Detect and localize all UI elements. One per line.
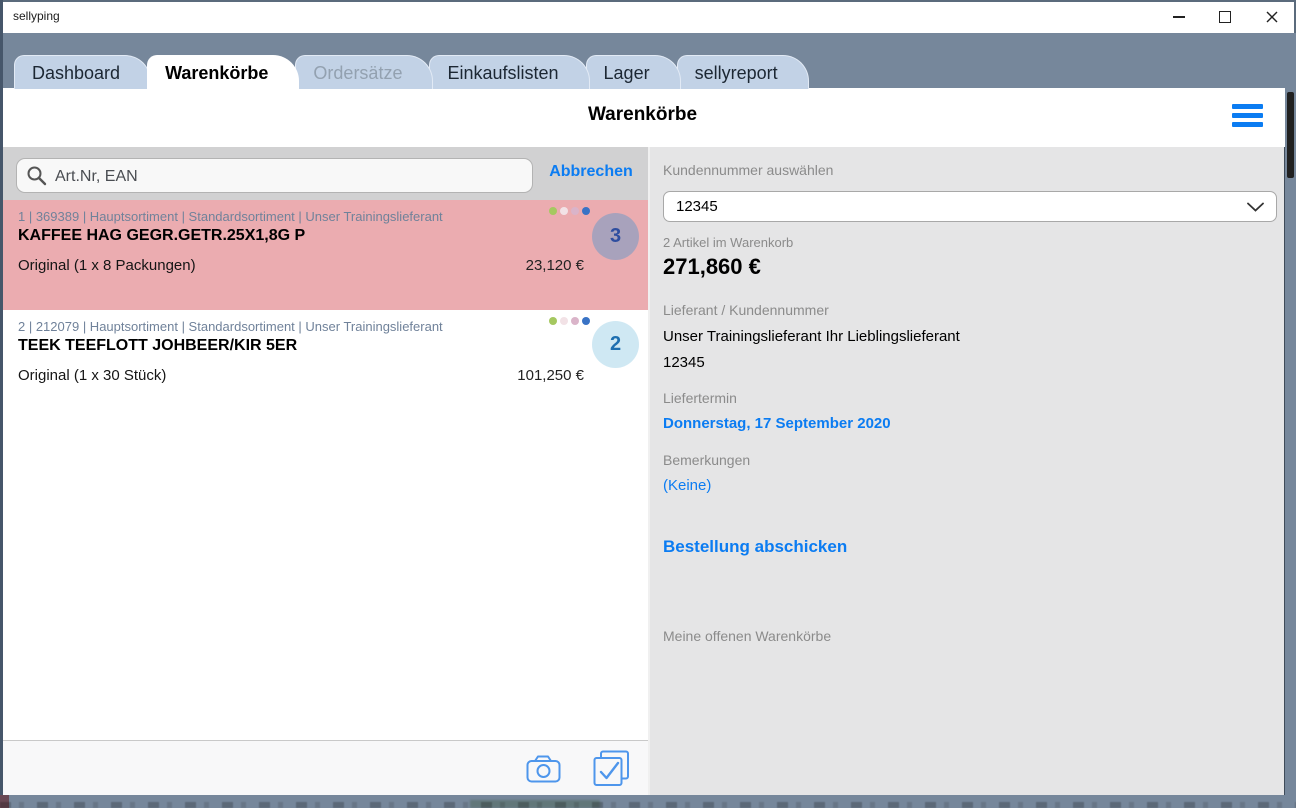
cart-item-row[interactable]: 2 | 212079 | Hauptsortiment | Standardso… <box>0 310 648 414</box>
maximize-icon <box>1219 10 1231 23</box>
item-price: 23,120 € <box>525 257 584 274</box>
tab-label: Lager <box>603 63 650 83</box>
status-dot-green <box>549 317 557 325</box>
status-dots <box>549 317 590 325</box>
supplier-label: Lieferant / Kundennummer <box>663 302 829 318</box>
tab-label: Einkaufslisten <box>447 63 559 83</box>
tab-label: Dashboard <box>32 63 121 83</box>
open-carts-label: Meine offenen Warenkörbe <box>663 628 832 644</box>
status-dot-pink <box>571 317 579 325</box>
item-meta: 2 | 212079 | Hauptsortiment | Standardso… <box>18 319 443 334</box>
close-button[interactable] <box>1255 0 1289 33</box>
remarks-link[interactable]: (Keine) <box>663 477 711 494</box>
tab-label: Ordersätze <box>313 63 403 83</box>
close-icon <box>1266 11 1278 22</box>
page-title: Warenkörbe <box>587 104 698 125</box>
delivery-date-link[interactable]: Donnerstag, 17 September 2020 <box>663 415 891 432</box>
supplier-name: Unser Trainingslieferant Ihr Lieblingsli… <box>663 328 960 345</box>
hamburger-bar <box>1232 113 1263 118</box>
hamburger-bar <box>1232 122 1263 127</box>
tab-warenkoerbe[interactable]: Warenkörbe <box>147 55 300 89</box>
status-dot-blush <box>560 207 568 215</box>
customer-number-select[interactable]: 12345 <box>663 191 1277 222</box>
article-count: 2 Artikel im Warenkorb <box>663 235 794 250</box>
status-dot-blush <box>560 317 568 325</box>
customer-number-label: Kundennummer auswählen <box>663 162 834 178</box>
status-dot-blue <box>582 317 590 325</box>
window-border-left <box>0 0 3 795</box>
tab-label: sellyreport <box>694 63 778 83</box>
background-artifact <box>0 802 1296 808</box>
bottom-strip <box>0 795 1296 808</box>
chevron-down-icon <box>1247 202 1264 212</box>
status-dot-blue <box>582 207 590 215</box>
item-name: KAFFEE HAG GEGR.GETR.25X1,8G P <box>18 227 306 244</box>
item-variant: Original (1 x 30 Stück) <box>18 367 167 384</box>
gutter-line <box>1284 88 1285 795</box>
supplier-customer-number: 12345 <box>663 354 705 371</box>
scrollbar-thumb[interactable] <box>1287 92 1294 178</box>
cart-total: 271,860 € <box>663 254 761 279</box>
tab-ordersaetze[interactable]: Ordersätze <box>295 55 434 89</box>
search-icon <box>27 166 47 186</box>
cart-item-row-selected[interactable]: 1 | 369389 | Hauptsortiment | Standardso… <box>0 200 648 310</box>
tab-sellyreport[interactable]: sellyreport <box>676 55 809 89</box>
status-dots <box>549 207 590 215</box>
submit-order-button[interactable]: Bestellung abschicken <box>663 537 847 557</box>
tab-label: Warenkörbe <box>165 63 269 83</box>
cancel-search-button[interactable]: Abbrechen <box>543 163 639 181</box>
tab-bar: Dashboard Warenkörbe Ordersätze Einkaufs… <box>14 55 809 89</box>
item-meta: 1 | 369389 | Hauptsortiment | Standardso… <box>18 209 443 224</box>
cart-summary-panel: Kundennummer auswählen 12345 2 Artikel i… <box>650 147 1285 795</box>
item-name: TEEK TEEFLOTT JOHBEER/KIR 5ER <box>18 337 298 354</box>
window-border-top <box>0 0 1296 2</box>
quantity-badge[interactable]: 2 <box>592 321 639 368</box>
item-variant: Original (1 x 8 Packungen) <box>18 257 196 274</box>
minimize-button[interactable] <box>1162 0 1196 33</box>
delivery-date-label: Liefertermin <box>663 390 737 406</box>
maximize-button[interactable] <box>1208 0 1242 33</box>
hamburger-menu-icon[interactable] <box>1232 104 1263 127</box>
status-dot-pink <box>571 207 579 215</box>
search-row: Abbrechen <box>0 147 648 200</box>
tab-dashboard[interactable]: Dashboard <box>14 55 152 89</box>
app-window: sellyping Dashboard Warenkörbe Ordersätz… <box>0 0 1296 808</box>
quantity-badge[interactable]: 3 <box>592 213 639 260</box>
search-box <box>16 158 533 194</box>
list-toolbar <box>0 740 648 795</box>
title-bar: sellyping <box>0 0 1296 33</box>
camera-button[interactable] <box>526 754 562 783</box>
window-title: sellyping <box>13 9 60 23</box>
tab-einkaufslisten[interactable]: Einkaufslisten <box>429 55 590 89</box>
status-dot-green <box>549 207 557 215</box>
minimize-icon <box>1173 15 1185 18</box>
page-header: Warenkörbe <box>0 88 1285 147</box>
cart-item-list: 1 | 369389 | Hauptsortiment | Standardso… <box>0 200 648 740</box>
tab-lager[interactable]: Lager <box>585 55 681 89</box>
select-check-button[interactable] <box>593 750 630 787</box>
customer-number-value: 12345 <box>676 198 718 215</box>
search-input[interactable] <box>53 159 527 194</box>
hamburger-bar <box>1232 104 1263 109</box>
remarks-label: Bemerkungen <box>663 452 751 468</box>
item-price: 101,250 € <box>517 367 584 384</box>
